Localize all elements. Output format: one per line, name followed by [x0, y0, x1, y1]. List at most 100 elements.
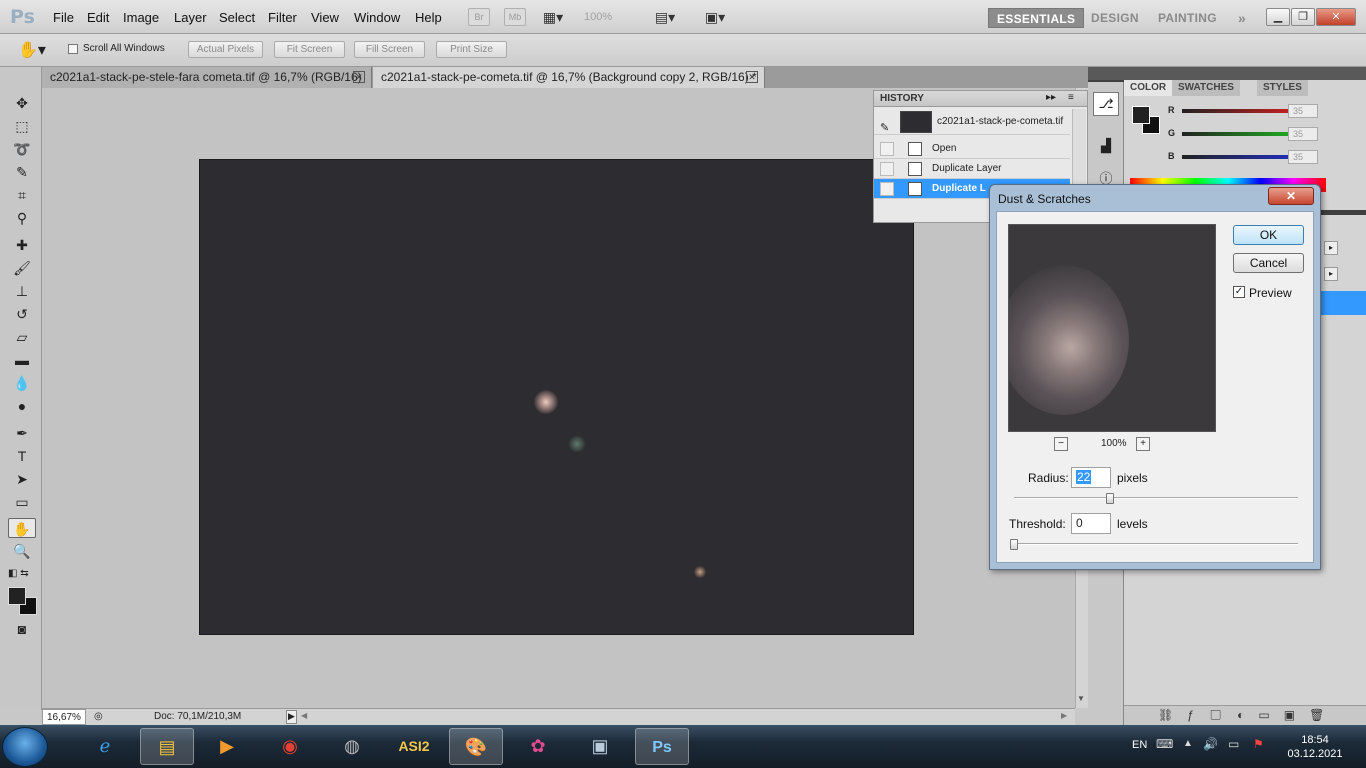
paint-icon[interactable]: 🎨	[449, 728, 503, 765]
workspace-painting[interactable]: PAINTING	[1150, 8, 1225, 28]
zoom-level[interactable]: 100%	[584, 11, 612, 23]
histogram-panel-icon[interactable]: ▟	[1093, 138, 1119, 158]
media-player-icon[interactable]: ▶	[200, 728, 254, 765]
eraser-tool-icon[interactable]: ▱	[8, 327, 36, 347]
status-info-icon[interactable]: ◎	[94, 711, 103, 722]
marquee-tool-icon[interactable]: ⬚	[8, 116, 36, 136]
menu-file[interactable]: File	[53, 10, 74, 25]
zoom-tool-icon[interactable]: 🔍	[8, 541, 36, 561]
fit-screen-button[interactable]: Fit Screen	[274, 41, 345, 58]
show-hidden-icons-icon[interactable]: ▲	[1183, 738, 1193, 749]
menu-help[interactable]: Help	[415, 10, 442, 25]
file-explorer-icon[interactable]: ▤	[140, 728, 194, 765]
dialog-close-button[interactable]: ✕	[1268, 187, 1314, 205]
threshold-slider-track[interactable]	[1014, 543, 1298, 545]
scroll-down-icon[interactable]: ▼	[1077, 694, 1085, 703]
history-item[interactable]: Duplicate Layer	[874, 159, 1070, 179]
hand-tool-preset-icon[interactable]: ✋▾	[18, 40, 46, 60]
mini-bridge-button[interactable]: Mb	[504, 8, 526, 26]
minimize-button[interactable]: ▁	[1266, 8, 1290, 26]
default-colors-icon[interactable]: ◧ ⇆	[8, 568, 29, 579]
filter-preview[interactable]	[1008, 224, 1216, 432]
close-button[interactable]: ✕	[1316, 8, 1356, 26]
menu-edit[interactable]: Edit	[87, 10, 109, 25]
history-item[interactable]: Open	[874, 139, 1070, 159]
menu-view[interactable]: View	[311, 10, 339, 25]
history-snapshot-row[interactable]: ✎ c2021a1-stack-pe-cometa.tif	[874, 109, 1070, 135]
menu-image[interactable]: Image	[123, 10, 159, 25]
blur-tool-icon[interactable]: 💧	[8, 373, 36, 393]
selected-layer-row[interactable]	[1320, 291, 1366, 315]
eyedropper-tool-icon[interactable]: ⚲	[8, 208, 36, 228]
status-menu-arrow-icon[interactable]: ▶	[286, 710, 297, 724]
chrome-icon[interactable]: ◉	[263, 728, 317, 765]
window-app-icon[interactable]: ▣	[573, 728, 627, 765]
document-image[interactable]	[199, 159, 914, 635]
tab-styles[interactable]: STYLES	[1257, 80, 1308, 96]
asi-app-icon[interactable]: ASI2	[387, 728, 441, 765]
cancel-button[interactable]: Cancel	[1233, 253, 1304, 273]
collapse-icon[interactable]: ▸▸	[1046, 92, 1056, 103]
menu-select[interactable]: Select	[219, 10, 255, 25]
history-panel-icon[interactable]: ⎇	[1093, 92, 1119, 116]
history-brush-source-icon[interactable]: ✎	[880, 115, 889, 141]
foreground-color-swatch[interactable]	[8, 587, 26, 605]
workspace-design[interactable]: DESIGN	[1083, 8, 1147, 28]
fill-screen-button[interactable]: Fill Screen	[354, 41, 425, 58]
zoom-out-button[interactable]: −	[1054, 437, 1068, 451]
history-source-checkbox[interactable]	[880, 162, 894, 176]
panel-menu-icon[interactable]: ≡	[1068, 92, 1074, 103]
print-size-button[interactable]: Print Size	[436, 41, 507, 58]
workspace-essentials[interactable]: ESSENTIALS	[988, 8, 1085, 28]
status-zoom-field[interactable]: 16,67%	[42, 709, 86, 725]
network-icon[interactable]: ▭	[1228, 737, 1239, 751]
tab-close-icon[interactable]: ✕	[746, 71, 758, 83]
dodge-tool-icon[interactable]: ●	[8, 396, 36, 416]
gradient-tool-icon[interactable]: ▬	[8, 350, 36, 370]
restore-button[interactable]: ❐	[1291, 8, 1315, 26]
channel-g-value[interactable]: 35	[1288, 127, 1318, 141]
internet-explorer-icon[interactable]: ℯ	[78, 728, 132, 765]
color-foreground-swatch[interactable]	[1132, 106, 1150, 124]
keyboard-icon[interactable]: ⌨	[1156, 737, 1173, 751]
radius-slider-thumb[interactable]	[1106, 493, 1114, 504]
scroll-all-windows-checkbox[interactable]	[68, 44, 78, 54]
quick-selection-tool-icon[interactable]: ✎	[8, 162, 36, 182]
scroll-left-icon[interactable]: ◀	[301, 711, 307, 720]
volume-icon[interactable]: 🔊	[1203, 737, 1218, 751]
zoom-in-button[interactable]: +	[1136, 437, 1150, 451]
flower-app-icon[interactable]: ✿	[511, 728, 565, 765]
ok-button[interactable]: OK	[1233, 225, 1304, 245]
menu-filter[interactable]: Filter	[268, 10, 297, 25]
healing-brush-tool-icon[interactable]: ✚	[8, 235, 36, 255]
layers-arrow-icon[interactable]: ▸	[1324, 241, 1338, 255]
tab-color[interactable]: COLOR	[1124, 80, 1173, 96]
layers-arrow-icon[interactable]: ▸	[1324, 267, 1338, 281]
language-indicator[interactable]: EN	[1132, 739, 1147, 751]
radius-input[interactable]: 22	[1071, 467, 1111, 488]
channel-b-value[interactable]: 35	[1288, 150, 1318, 164]
bridge-button[interactable]: Br	[468, 8, 490, 26]
menu-layer[interactable]: Layer	[174, 10, 207, 25]
threshold-input[interactable]: 0	[1071, 513, 1111, 534]
planetarium-icon[interactable]: ◍	[325, 728, 379, 765]
document-tab[interactable]: c2021a1-stack-pe-stele-fara cometa.tif @…	[42, 67, 372, 88]
threshold-slider-thumb[interactable]	[1010, 539, 1018, 550]
tab-swatches[interactable]: SWATCHES	[1172, 80, 1240, 96]
clone-stamp-tool-icon[interactable]: ⊥	[8, 281, 36, 301]
tab-close-icon[interactable]: ✕	[353, 71, 365, 83]
radius-slider-track[interactable]	[1014, 497, 1298, 499]
history-brush-tool-icon[interactable]: ↺	[8, 304, 36, 324]
lasso-tool-icon[interactable]: ➰	[8, 139, 36, 159]
view-extras-icon[interactable]: ▦▾	[540, 8, 566, 26]
pen-tool-icon[interactable]: ✒	[8, 423, 36, 443]
quick-mask-icon[interactable]: ◙	[8, 619, 36, 639]
history-source-checkbox[interactable]	[880, 182, 894, 196]
arrange-documents-icon[interactable]: ▤▾	[652, 8, 678, 26]
layer-actions-icons[interactable]: ⛓ƒ◻◐▭▣🗑	[1158, 708, 1338, 722]
preview-checkbox[interactable]: ✓	[1233, 286, 1245, 298]
screen-mode-icon[interactable]: ▣▾	[702, 8, 728, 26]
crop-tool-icon[interactable]: ⌗	[8, 185, 36, 205]
path-selection-tool-icon[interactable]: ➤	[8, 469, 36, 489]
menu-window[interactable]: Window	[354, 10, 400, 25]
